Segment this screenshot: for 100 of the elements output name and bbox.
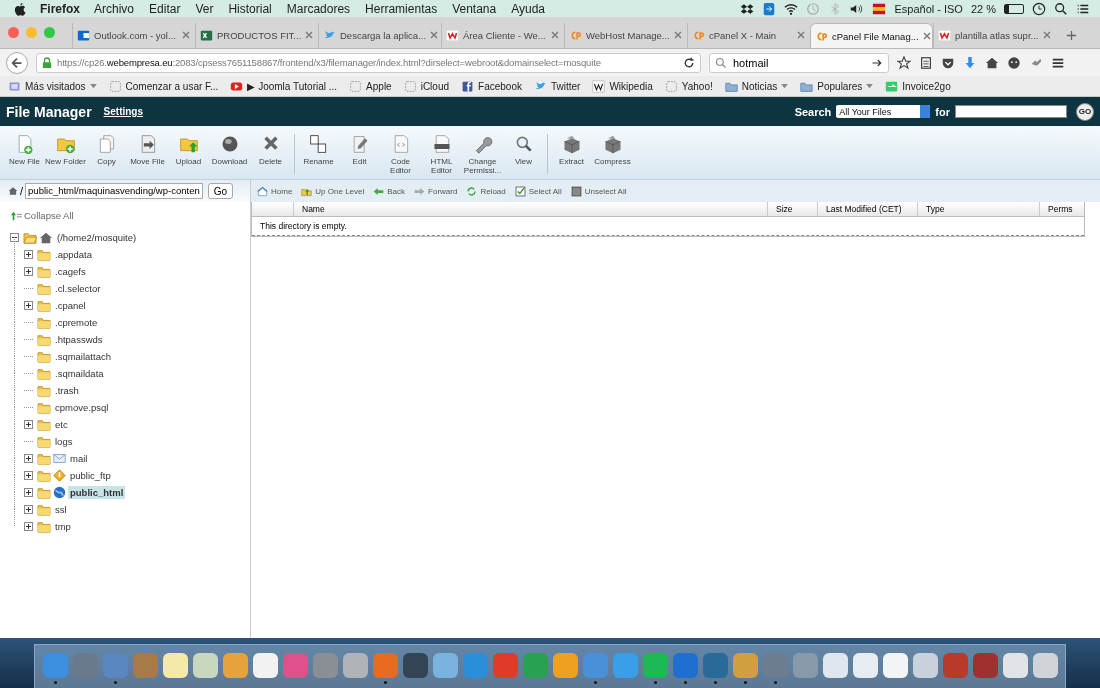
- menu-item[interactable]: Ver: [195, 1, 214, 16]
- chat-icon[interactable]: [1007, 55, 1021, 70]
- app-menu[interactable]: Firefox: [40, 1, 80, 16]
- input-language[interactable]: Español - ISO: [894, 2, 963, 15]
- search-field[interactable]: [955, 105, 1067, 118]
- search-icon[interactable]: [1054, 1, 1068, 16]
- toolbar-button[interactable]: Upload: [168, 134, 209, 166]
- close-tab-icon[interactable]: [551, 31, 560, 40]
- toolbar-button[interactable]: Change Permissi...: [462, 134, 503, 175]
- nav-button[interactable]: Up One Level: [301, 185, 365, 197]
- app-icon[interactable]: [342, 653, 368, 678]
- browser-tab[interactable]: Outlook.com - yol...: [72, 23, 195, 48]
- tree-item[interactable]: .appdata: [53, 248, 94, 261]
- collapse-toggle[interactable]: [10, 233, 19, 242]
- remote-control-icon[interactable]: [762, 1, 777, 16]
- app-icon[interactable]: [912, 653, 938, 678]
- flag-icon[interactable]: [872, 1, 887, 16]
- path-field[interactable]: public_html/maquinasvending/wp-conten: [25, 183, 203, 199]
- app-icon[interactable]: [852, 653, 878, 678]
- app-icon[interactable]: [552, 653, 578, 678]
- apple-icon[interactable]: [14, 1, 26, 16]
- tree-item[interactable]: .cpremote: [53, 316, 100, 329]
- tree-item[interactable]: .sqmailattach: [53, 350, 113, 363]
- column-header[interactable]: Last Modified (CET): [818, 202, 918, 216]
- close-tab-icon[interactable]: [430, 31, 439, 40]
- tree-item[interactable]: public_ftp: [68, 469, 113, 482]
- collapse-all-button[interactable]: Collapse All: [10, 210, 250, 221]
- tree-item[interactable]: .cagefs: [53, 265, 88, 278]
- menu-item[interactable]: Historial: [228, 1, 272, 16]
- column-header[interactable]: Size: [768, 202, 818, 216]
- app-icon[interactable]: [1002, 653, 1028, 678]
- close-tab-icon[interactable]: [674, 31, 683, 40]
- nav-button[interactable]: Home: [257, 185, 293, 197]
- tree-item[interactable]: .cpanel: [53, 299, 88, 312]
- app-icon[interactable]: [192, 653, 218, 678]
- home-icon[interactable]: [8, 186, 18, 196]
- toolbar-button[interactable]: HTML Editor: [421, 134, 462, 175]
- tree-item[interactable]: logs: [53, 435, 75, 448]
- tree-item[interactable]: public_html: [68, 486, 126, 499]
- bookmark[interactable]: Twitter: [533, 79, 581, 93]
- app-icon[interactable]: [732, 653, 758, 678]
- tree-item[interactable]: .htpasswds: [53, 333, 105, 346]
- clock-icon[interactable]: [1032, 1, 1046, 16]
- reload-icon[interactable]: [683, 56, 695, 69]
- toolbar-button[interactable]: Edit: [339, 134, 380, 166]
- menu-item[interactable]: Ventana: [452, 1, 497, 16]
- tree-item[interactable]: ssl: [53, 503, 69, 516]
- toolbar-button[interactable]: Extract: [551, 134, 592, 166]
- scope-select[interactable]: All Your Files: [836, 105, 931, 118]
- browser-tab[interactable]: plantilla atlas supr...: [933, 23, 1056, 48]
- toolbar-button[interactable]: Move File: [127, 134, 168, 166]
- expand-toggle[interactable]: [24, 420, 33, 429]
- tree-item[interactable]: .cl.selector: [53, 282, 103, 295]
- browser-tab[interactable]: Descarga la aplica...: [318, 23, 441, 48]
- browser-tab[interactable]: WebHost Manage...: [564, 23, 687, 48]
- app-icon[interactable]: [972, 653, 998, 678]
- close-tab-icon[interactable]: [797, 31, 806, 40]
- tree-item[interactable]: (/home2/mosquite): [55, 231, 139, 244]
- browser-tab[interactable]: PRODUCTOS FIT...: [195, 23, 318, 48]
- bookmark[interactable]: iCloud: [403, 79, 450, 93]
- expand-toggle[interactable]: [24, 471, 33, 480]
- app-icon[interactable]: [1032, 653, 1058, 678]
- star-icon[interactable]: [897, 55, 911, 70]
- menu-item[interactable]: Archivo: [94, 1, 135, 16]
- tree-item[interactable]: .sqmaildata: [53, 367, 106, 380]
- go-button[interactable]: GO: [1076, 102, 1094, 121]
- toolbar-button[interactable]: Rename: [298, 134, 339, 166]
- nav-button[interactable]: Forward: [414, 185, 458, 197]
- app-icon[interactable]: [252, 653, 278, 678]
- menu-item[interactable]: Editar: [149, 1, 181, 16]
- toolbar-button[interactable]: Download: [209, 134, 250, 166]
- back-button[interactable]: [6, 51, 28, 74]
- nav-button[interactable]: Select All: [514, 185, 562, 197]
- settings-link[interactable]: Settings: [103, 106, 144, 117]
- bookmark[interactable]: Más visitados: [8, 79, 97, 93]
- toolbar-button[interactable]: View: [503, 134, 544, 166]
- tree-item[interactable]: mail: [68, 452, 90, 465]
- search-field[interactable]: hotmail: [709, 52, 889, 73]
- toolbar-button[interactable]: New File: [4, 134, 45, 166]
- close-window-button[interactable]: [8, 27, 19, 38]
- bookmark[interactable]: Invoice2go: [885, 79, 951, 93]
- app-icon[interactable]: [222, 653, 248, 678]
- column-header[interactable]: Perms: [1040, 202, 1084, 216]
- close-tab-icon[interactable]: [922, 31, 931, 41]
- column-header[interactable]: Name: [294, 202, 768, 216]
- bookmark[interactable]: Wikipedia: [592, 79, 653, 93]
- menu-item[interactable]: Herramientas: [365, 1, 438, 16]
- expand-toggle[interactable]: [24, 250, 33, 259]
- browser-tab[interactable]: cPanel File Manag...: [810, 23, 933, 48]
- close-tab-icon[interactable]: [1043, 31, 1052, 40]
- bookmark[interactable]: Populares: [800, 79, 874, 93]
- tree-item[interactable]: cpmove.psql: [53, 401, 111, 414]
- new-tab-icon[interactable]: [1066, 30, 1077, 41]
- nav-button[interactable]: Back: [373, 185, 406, 197]
- browser-tab[interactable]: Área Cliente - We...: [441, 23, 564, 48]
- bookmark[interactable]: Yahoo!: [664, 79, 713, 93]
- tree-item[interactable]: .trash: [53, 384, 81, 397]
- home-icon[interactable]: [985, 55, 999, 70]
- expand-toggle[interactable]: [24, 505, 33, 514]
- app-icon[interactable]: [822, 653, 848, 678]
